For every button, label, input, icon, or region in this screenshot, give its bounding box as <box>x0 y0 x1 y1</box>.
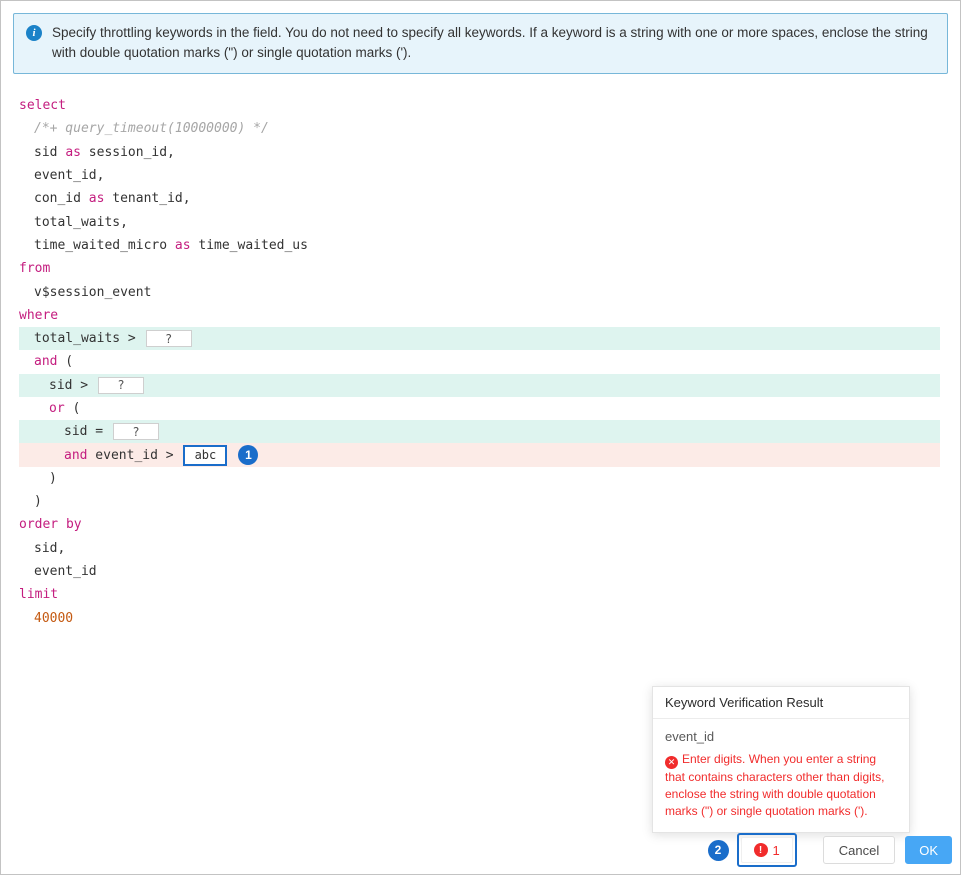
sql-line: event_id <box>19 560 940 583</box>
sql-token: time_waited_us <box>190 237 308 253</box>
sql-line: ) <box>19 467 940 490</box>
sql-line: order by <box>19 513 940 536</box>
popover-body: event_id ✕ Enter digits. When you enter a… <box>653 719 909 832</box>
info-banner-text: Specify throttling keywords in the field… <box>52 25 928 60</box>
sql-token: as <box>174 237 191 253</box>
sql-token: from <box>19 261 51 277</box>
sql-token: con_id <box>34 191 89 207</box>
keyword-verification-popover: Keyword Verification Result event_id ✕ En… <box>652 686 910 833</box>
sql-line: and ( <box>19 350 940 373</box>
sql-token: select <box>19 98 66 114</box>
sql-token: event_id, <box>34 168 105 184</box>
info-icon: i <box>26 25 42 41</box>
sql-token: sid <box>34 144 66 160</box>
sql-token: order by <box>19 517 82 533</box>
sql-line: and event_id > abc 1 <box>19 443 940 467</box>
sql-token: and <box>64 447 88 463</box>
sql-line: sid > ? <box>19 373 940 397</box>
sql-token: /*+ query_timeout(10000000) */ <box>34 121 269 137</box>
sql-token: where <box>19 307 59 323</box>
sql-line: ) <box>19 490 940 513</box>
sql-token: total_waits > <box>34 331 144 347</box>
cancel-button[interactable]: Cancel <box>822 836 896 864</box>
sql-line: select <box>19 94 940 117</box>
keyword-input-sid-eq[interactable]: ? <box>112 423 159 441</box>
error-exclamation-icon: ! <box>753 843 768 857</box>
sql-token: event_id > <box>87 447 182 463</box>
sql-token: tenant_id, <box>104 191 191 207</box>
sql-line: where <box>19 304 940 327</box>
sql-line: from <box>19 257 940 280</box>
sql-token: event_id <box>34 564 97 580</box>
sql-token: sid = <box>64 424 111 440</box>
sql-line: total_waits, <box>19 210 940 233</box>
error-count: 1 <box>772 842 780 858</box>
sql-editor: select /*+ query_timeout(10000000) */ sid … <box>1 94 960 630</box>
callout-1-badge: 1 <box>238 445 259 466</box>
keyword-input-total-waits[interactable]: ? <box>145 330 192 348</box>
sql-token: ( <box>64 401 81 416</box>
keyword-input-event-id[interactable]: abc <box>183 444 228 466</box>
popover-keyword: event_id <box>665 729 715 744</box>
sql-token: as <box>88 191 105 207</box>
sql-line: v$session_event <box>19 280 940 303</box>
popover-title: Keyword Verification Result <box>653 687 909 719</box>
sql-token: 40000 <box>34 610 74 626</box>
sql-line: con_id as tenant_id, <box>19 187 940 210</box>
sql-line: or ( <box>19 397 940 420</box>
popover-error-message: ✕ Enter digits. When you enter a string t… <box>665 752 885 818</box>
sql-line: sid, <box>19 537 940 560</box>
sql-token: ) <box>34 494 42 510</box>
sql-token: and <box>34 354 58 370</box>
sql-token: or <box>49 401 65 416</box>
sql-token: ) <box>49 470 57 486</box>
sql-line: total_waits > ? <box>19 326 940 351</box>
sql-token: total_waits, <box>34 214 128 230</box>
sql-line: limit <box>19 583 940 606</box>
footer: 2 ! 1 Cancel OK <box>707 833 952 867</box>
sql-line: sid as session_id, <box>19 141 940 164</box>
sql-line: sid = ? <box>19 420 940 444</box>
sql-token: as <box>65 144 81 160</box>
sql-token: ( <box>57 354 74 370</box>
callout-2-badge: 2 <box>707 839 729 861</box>
sql-line: time_waited_micro as time_waited_us <box>19 234 940 257</box>
circle-x-icon: ✕ <box>665 756 678 769</box>
sql-line: event_id, <box>19 164 940 187</box>
sql-token: sid > <box>49 377 96 393</box>
keyword-input-sid-gt[interactable]: ? <box>97 376 144 394</box>
sql-token: session_id, <box>80 144 175 160</box>
sql-line: /*+ query_timeout(10000000) */ <box>19 117 940 140</box>
sql-token: v$session_event <box>34 284 152 300</box>
sql-token: sid, <box>34 540 66 556</box>
sql-token: limit <box>19 587 59 603</box>
ok-button[interactable]: OK <box>905 836 952 864</box>
sql-line: 40000 <box>19 607 940 630</box>
sql-token: time_waited_micro <box>34 237 175 253</box>
error-count-button[interactable]: ! 1 <box>740 837 793 863</box>
error-count-annotation: ! 1 <box>736 833 797 867</box>
info-banner: i Specify throttling keywords in the fie… <box>13 13 948 74</box>
